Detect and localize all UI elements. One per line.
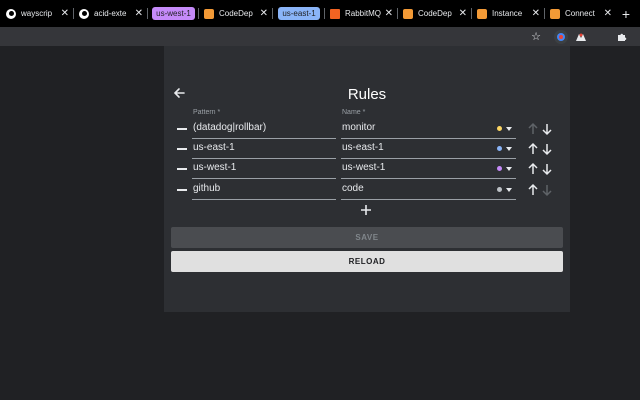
color-dot-icon: [497, 126, 502, 131]
browser-tab[interactable]: Instance ✕: [471, 0, 544, 27]
name-column-label: Name *: [342, 109, 366, 116]
remove-rule-icon[interactable]: [177, 168, 187, 170]
aws-box-icon: [204, 8, 214, 19]
move-up-arrow-icon[interactable]: [527, 122, 539, 136]
tab-title: RabbitMQ: [345, 9, 381, 18]
browser-tab[interactable]: CodeDep ✕: [198, 0, 272, 27]
browser-toolbar: ☆: [0, 27, 640, 46]
rule-row: us-west-1 us-west-1: [164, 159, 570, 179]
add-rule-icon[interactable]: [360, 204, 372, 216]
reload-button[interactable]: RELOAD: [171, 251, 563, 272]
browser-tab[interactable]: us-west-1: [147, 0, 198, 27]
close-tab-icon[interactable]: ✕: [385, 8, 393, 19]
rule-row: (datadog|rollbar) monitor: [164, 119, 570, 139]
browser-tab[interactable]: wayscrip ✕: [0, 0, 73, 27]
browser-tab[interactable]: Connect ✕: [544, 0, 616, 27]
tab-title: acid-exte: [94, 9, 127, 18]
pattern-input[interactable]: (datadog|rollbar): [192, 119, 336, 139]
name-input[interactable]: us-east-1: [341, 139, 516, 159]
remove-rule-icon[interactable]: [177, 128, 187, 130]
extension-icon[interactable]: [574, 29, 588, 44]
color-dot-icon: [497, 146, 502, 151]
move-up-arrow-icon[interactable]: [527, 183, 539, 197]
pattern-input[interactable]: us-east-1: [192, 139, 336, 159]
pattern-column-label: Pattern *: [193, 109, 221, 116]
extensions-puzzle-icon[interactable]: [616, 29, 628, 44]
rule-row: github code: [164, 180, 570, 200]
name-input[interactable]: us-west-1: [341, 159, 516, 179]
color-dropdown-icon[interactable]: [506, 188, 512, 192]
tab-title: CodeDep: [418, 9, 452, 18]
tab-title: Connect: [565, 9, 595, 18]
move-down-arrow-icon[interactable]: [541, 183, 553, 197]
tab-title: Instance: [492, 9, 523, 18]
tab-title: wayscrip: [21, 9, 53, 18]
github-icon: [6, 8, 16, 19]
remove-rule-icon[interactable]: [177, 148, 187, 150]
new-tab-button[interactable]: +: [616, 0, 636, 27]
move-up-arrow-icon[interactable]: [527, 142, 539, 156]
save-button[interactable]: SAVE: [171, 227, 563, 248]
aws-box-icon: [550, 8, 560, 19]
name-input[interactable]: monitor: [341, 119, 516, 139]
color-dropdown-icon[interactable]: [506, 127, 512, 131]
pattern-input[interactable]: github: [192, 180, 336, 200]
close-tab-icon[interactable]: ✕: [604, 8, 612, 19]
github-icon: [79, 8, 89, 19]
browser-tab[interactable]: us-east-1: [272, 0, 324, 27]
rule-row: us-east-1 us-east-1: [164, 139, 570, 159]
rules-popup: Rules Pattern * Name * (datadog|rollbar)…: [164, 46, 570, 312]
browser-tab[interactable]: CodeDep ✕: [397, 0, 471, 27]
page-title: Rules: [347, 86, 387, 103]
move-down-arrow-icon[interactable]: [541, 162, 553, 176]
color-dropdown-icon[interactable]: [506, 147, 512, 151]
move-down-arrow-icon[interactable]: [541, 142, 553, 156]
browser-tab[interactable]: RabbitMQ ✕: [324, 0, 397, 27]
tab-group-label[interactable]: us-east-1: [278, 7, 320, 20]
tab-strip: wayscrip ✕ acid-exte ✕ us-west-1 CodeDep ✕ us-e…: [0, 0, 640, 27]
color-dot-icon: [497, 187, 502, 192]
move-up-arrow-icon[interactable]: [527, 162, 539, 176]
close-tab-icon[interactable]: ✕: [532, 8, 540, 19]
close-tab-icon[interactable]: ✕: [135, 8, 143, 19]
name-input[interactable]: code: [341, 180, 516, 200]
browser-tab[interactable]: acid-exte ✕: [73, 0, 147, 27]
extension-active-icon[interactable]: [553, 29, 569, 44]
color-dot-icon: [497, 166, 502, 171]
bookmark-star-icon[interactable]: ☆: [530, 29, 542, 44]
aws-box-icon: [403, 8, 413, 19]
rabbitmq-icon: [330, 8, 340, 19]
tab-title: CodeDep: [219, 9, 253, 18]
tab-group-label[interactable]: us-west-1: [152, 7, 195, 20]
close-tab-icon[interactable]: ✕: [260, 8, 268, 19]
pattern-input[interactable]: us-west-1: [192, 159, 336, 179]
close-tab-icon[interactable]: ✕: [459, 8, 467, 19]
color-dropdown-icon[interactable]: [506, 167, 512, 171]
aws-box-icon: [477, 8, 487, 19]
close-tab-icon[interactable]: ✕: [61, 8, 69, 19]
move-down-arrow-icon[interactable]: [541, 122, 553, 136]
remove-rule-icon[interactable]: [177, 189, 187, 191]
